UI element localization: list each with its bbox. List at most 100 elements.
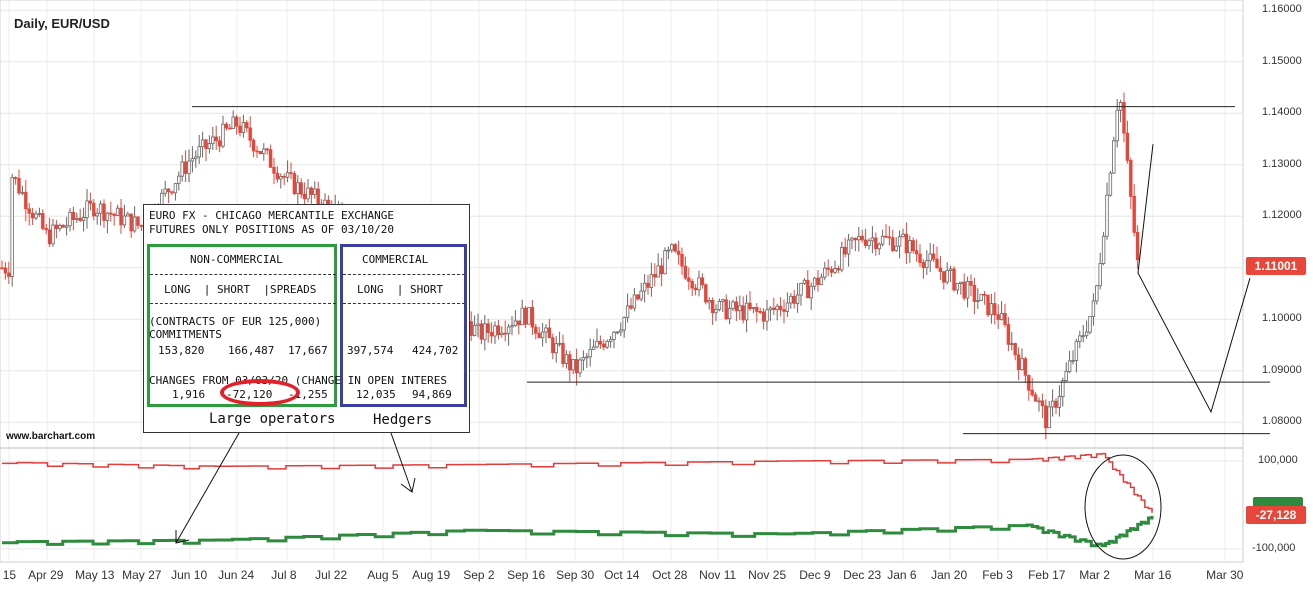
date-tick-label: Jun 24	[218, 568, 255, 582]
price-tick-label: 1.16000	[1262, 3, 1302, 16]
candle-body	[163, 188, 167, 194]
noncommercial-header: NON-COMMERCIAL	[190, 253, 283, 266]
candle-body	[659, 265, 664, 275]
candle-body	[564, 354, 569, 364]
candle-body	[687, 277, 691, 282]
date-tick-label: Jun 10	[171, 568, 208, 582]
candle-body	[921, 262, 926, 268]
candle-body	[268, 149, 273, 168]
candle-body	[734, 301, 739, 312]
indicator-last-tag: -27,128	[1246, 506, 1306, 524]
candle-body	[78, 217, 82, 221]
candle-body	[248, 127, 252, 141]
candle-body	[846, 239, 851, 255]
candle-body	[870, 237, 875, 242]
indicator-tick-label: 100,000	[1258, 454, 1298, 467]
commit-nc-spreads: 17,667	[288, 344, 328, 357]
candle-body	[806, 279, 810, 299]
candle-body	[228, 127, 232, 130]
candle-body	[1098, 263, 1102, 287]
candle-body	[731, 301, 735, 309]
candle-body	[741, 305, 745, 321]
candle-body	[982, 293, 987, 296]
candle-body	[81, 217, 86, 221]
candle-body	[622, 316, 626, 331]
candle-body	[952, 268, 956, 291]
candle-body	[588, 348, 592, 358]
candle-body	[469, 321, 473, 336]
candle-body	[986, 294, 990, 316]
candle-body	[217, 140, 222, 147]
date-tick-label: Jan 20	[931, 568, 968, 582]
price-tick-label: 1.12000	[1262, 209, 1302, 222]
candle-body	[612, 331, 616, 340]
candle-body	[795, 294, 800, 304]
noncommercial-columns: LONG | SHORT |SPREADS	[164, 283, 317, 296]
candle-body	[17, 177, 21, 194]
date-tick-label: Jan 6	[887, 568, 917, 582]
candle-body	[629, 305, 633, 309]
candle-body	[867, 240, 871, 246]
candle-body	[972, 285, 977, 302]
candle-body	[632, 294, 637, 309]
candle-body	[557, 342, 562, 345]
candle-body	[47, 229, 52, 245]
candle-body	[105, 212, 110, 221]
candle-body	[119, 207, 123, 226]
candle-body	[479, 323, 484, 340]
price-tick-label: 1.15000	[1262, 54, 1302, 67]
candle-body	[765, 309, 769, 322]
last-price-tag: 1.11001	[1246, 257, 1306, 275]
candle-body	[833, 268, 837, 273]
candle-body	[860, 235, 864, 241]
candle-body	[748, 302, 752, 310]
candle-body	[880, 235, 885, 245]
candle-body	[816, 277, 820, 285]
candle-body	[568, 354, 572, 371]
candle-body	[1095, 285, 1099, 302]
candle-body	[721, 299, 725, 302]
candle-body	[598, 340, 603, 345]
candle-body	[129, 213, 133, 232]
candle-body	[190, 158, 195, 162]
candle-body	[537, 332, 541, 339]
candle-body	[931, 253, 936, 260]
chart-title: Daily, EUR/USD	[14, 16, 110, 31]
candle-body	[245, 122, 249, 129]
candle-body	[704, 284, 708, 303]
date-tick-label: May 13	[75, 568, 115, 582]
candle-body	[775, 305, 779, 311]
candle-body	[95, 212, 99, 217]
candle-body	[574, 359, 579, 374]
candle-body	[496, 325, 501, 336]
candle-body	[850, 237, 854, 241]
candle-body	[785, 302, 790, 312]
candle-body	[554, 343, 558, 354]
candle-body	[969, 281, 973, 286]
candle-body	[758, 310, 762, 313]
candle-body	[1115, 109, 1119, 142]
candle-body	[24, 191, 28, 210]
date-tick-label: Mar 30	[1206, 568, 1244, 582]
candle-body	[302, 193, 307, 200]
candle-body	[316, 188, 320, 205]
candle-body	[792, 295, 796, 304]
candle-body	[112, 213, 116, 216]
candle-body	[122, 215, 127, 226]
candle-body	[761, 311, 766, 322]
candle-body	[1003, 313, 1007, 325]
candle-body	[517, 320, 521, 326]
candle-body	[1023, 358, 1028, 376]
projection-path	[1137, 144, 1251, 414]
arrow-hedgers	[390, 432, 413, 493]
price-tick-label: 1.13000	[1262, 157, 1302, 170]
chg-nc-long: 1,916	[172, 388, 206, 401]
date-tick-label: Jul 8	[271, 568, 297, 582]
candle-body	[255, 150, 259, 153]
candle-body	[551, 337, 555, 354]
candle-body	[605, 341, 609, 348]
candle-body	[68, 211, 72, 227]
candle-body	[938, 267, 943, 272]
candle-body	[690, 280, 694, 289]
candle-body	[527, 306, 531, 325]
